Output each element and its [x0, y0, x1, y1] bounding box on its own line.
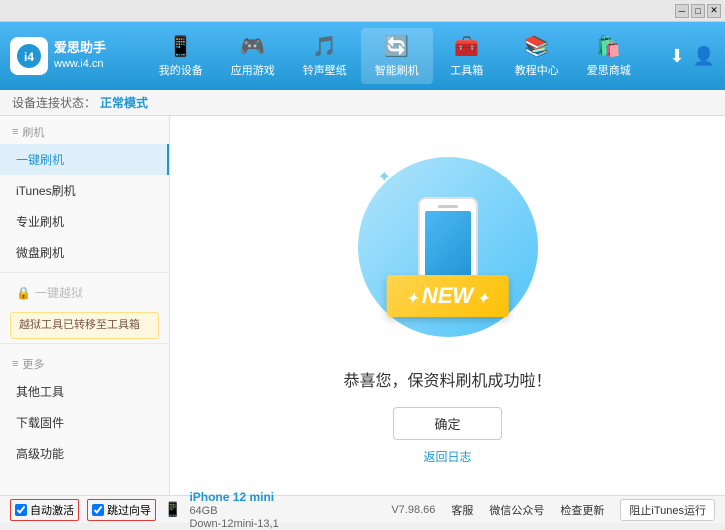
ringtones-icon: 🎵 [312, 34, 337, 59]
sidebar-advanced[interactable]: 高级功能 [0, 438, 169, 469]
success-text: 恭喜您，保资料刷机成功啦！ [343, 367, 551, 391]
stop-itunes-button[interactable]: 阻止iTunes运行 [620, 499, 715, 521]
device-model: Down-12mini-13,1 [189, 518, 278, 530]
close-button[interactable]: ✕ [707, 4, 721, 18]
brand-url: www.i4.cn [54, 57, 106, 71]
sidebar-jailbreak-disabled: 🔒 一键越狱 [0, 277, 169, 308]
back-link[interactable]: 返回日志 [423, 448, 471, 465]
nav-tutorials[interactable]: 📚 教程中心 [501, 28, 573, 84]
device-icon: 📱 [164, 501, 181, 518]
sparkle-2: ✦ [499, 172, 512, 192]
logo-svg: i4 [15, 42, 43, 70]
sidebar-divider-1 [0, 272, 169, 273]
shop-icon: 🛍️ [596, 34, 621, 59]
nav-shop[interactable]: 🛍️ 爱思商城 [573, 28, 645, 84]
jailbreak-notice-text: 越狱工具已转移至工具箱 [19, 319, 140, 331]
section-flash-title: ≡ 刷机 [0, 116, 169, 144]
user-button[interactable]: 👤 [693, 46, 715, 67]
device-storage: 64GB [189, 505, 278, 517]
lock-icon: 🔒 [16, 286, 31, 300]
apps-games-label: 应用游戏 [231, 62, 275, 78]
new-badge: NEW [386, 275, 509, 317]
check-update-link[interactable]: 检查更新 [560, 502, 604, 518]
smart-flash-label: 智能刷机 [375, 62, 419, 78]
minimize-button[interactable]: ─ [675, 4, 689, 18]
nav-smart-flash[interactable]: 🔄 智能刷机 [361, 28, 433, 84]
auto-connect-label: 自动激活 [30, 502, 74, 518]
content-area: ✦ ✦ NEW 恭喜您，保资料刷机成功啦！ 确定 返回日志 [170, 116, 725, 495]
phone-illustration: ✦ ✦ NEW [348, 147, 548, 347]
title-bar: ─ □ ✕ [0, 0, 725, 22]
download-button[interactable]: ⬇ [669, 46, 684, 67]
window-controls[interactable]: ─ □ ✕ [675, 4, 721, 18]
status-value: 正常模式 [100, 94, 148, 111]
sidebar-save-data-flash[interactable]: 微盘刷机 [0, 237, 169, 268]
tutorials-label: 教程中心 [515, 62, 559, 78]
maximize-button[interactable]: □ [691, 4, 705, 18]
auto-connect-checkbox[interactable]: 自动激活 [10, 499, 79, 521]
nav-toolbox[interactable]: 🧰 工具箱 [433, 28, 501, 84]
status-label: 设备连接状态： [12, 94, 96, 111]
brand-name: 爱思助手 [54, 40, 106, 57]
top-nav: i4 爱思助手 www.i4.cn 📱 我的设备 🎮 应用游戏 🎵 铃声壁纸 🔄… [0, 22, 725, 90]
shop-label: 爱思商城 [587, 62, 631, 78]
nav-my-device[interactable]: 📱 我的设备 [145, 28, 217, 84]
sidebar-itunes-flash[interactable]: iTunes刷机 [0, 175, 169, 206]
device-details: iPhone 12 mini 64GB Down-12mini-13,1 [189, 490, 278, 530]
apps-games-icon: 🎮 [240, 34, 265, 59]
sidebar-one-key-flash[interactable]: 一键刷机 [0, 144, 169, 175]
nav-items: 📱 我的设备 🎮 应用游戏 🎵 铃声壁纸 🔄 智能刷机 🧰 工具箱 📚 教程中心… [120, 28, 669, 84]
bottom-bar: 自动激活 跳过向导 📱 iPhone 12 mini 64GB Down-12m… [0, 495, 725, 523]
svg-text:i4: i4 [24, 50, 34, 64]
other-tools-label: 其他工具 [16, 385, 64, 399]
section-more-label: 更多 [22, 356, 44, 372]
download-firmware-label: 下载固件 [16, 416, 64, 430]
bottom-right: V7.98.66 客服 微信公众号 检查更新 阻止iTunes运行 [391, 499, 715, 521]
jailbreak-notice: 越狱工具已转移至工具箱 [10, 312, 159, 339]
jailbreak-label: 一键越狱 [35, 284, 83, 301]
advanced-label: 高级功能 [16, 447, 64, 461]
customer-service-link[interactable]: 客服 [451, 502, 473, 518]
my-device-label: 我的设备 [159, 62, 203, 78]
logo-text: 爱思助手 www.i4.cn [54, 40, 106, 71]
auto-connect-input[interactable] [15, 504, 27, 516]
smart-flash-icon: 🔄 [384, 34, 409, 59]
nav-apps-games[interactable]: 🎮 应用游戏 [217, 28, 289, 84]
nav-right: ⬇ 👤 [669, 46, 715, 67]
toolbox-icon: 🧰 [454, 34, 479, 59]
sidebar: ≡ 刷机 一键刷机 iTunes刷机 专业刷机 微盘刷机 🔒 一键越狱 越狱工具… [0, 116, 170, 495]
logo-area: i4 爱思助手 www.i4.cn [10, 37, 120, 75]
nav-ringtones[interactable]: 🎵 铃声壁纸 [289, 28, 361, 84]
my-device-icon: 📱 [168, 34, 193, 59]
section-flash-icon: ≡ [12, 126, 18, 138]
logo-icon: i4 [10, 37, 48, 75]
bottom-left: 自动激活 跳过向导 📱 iPhone 12 mini 64GB Down-12m… [10, 490, 381, 530]
sidebar-other-tools[interactable]: 其他工具 [0, 376, 169, 407]
ringtones-label: 铃声壁纸 [303, 62, 347, 78]
skip-wizard-input[interactable] [92, 504, 104, 516]
skip-wizard-label: 跳过向导 [107, 502, 151, 518]
confirm-button[interactable]: 确定 [393, 407, 501, 440]
section-flash-label: 刷机 [22, 124, 44, 140]
sparkle-1: ✦ [378, 167, 391, 187]
section-more-icon: ≡ [12, 358, 18, 370]
sidebar-divider-2 [0, 343, 169, 344]
pro-flash-label: 专业刷机 [16, 215, 64, 229]
toolbox-label: 工具箱 [450, 62, 483, 78]
wechat-link[interactable]: 微信公众号 [489, 502, 544, 518]
version-text: V7.98.66 [391, 504, 435, 516]
section-more-title: ≡ 更多 [0, 348, 169, 376]
device-info: 📱 [164, 501, 181, 518]
status-bar: 设备连接状态： 正常模式 [0, 90, 725, 116]
sidebar-pro-flash[interactable]: 专业刷机 [0, 206, 169, 237]
phone-screen [425, 211, 471, 277]
skip-wizard-checkbox[interactable]: 跳过向导 [87, 499, 156, 521]
main-layout: ≡ 刷机 一键刷机 iTunes刷机 专业刷机 微盘刷机 🔒 一键越狱 越狱工具… [0, 116, 725, 495]
sidebar-download-firmware[interactable]: 下载固件 [0, 407, 169, 438]
save-data-flash-label: 微盘刷机 [16, 246, 64, 260]
one-key-flash-label: 一键刷机 [16, 153, 64, 167]
tutorials-icon: 📚 [524, 34, 549, 59]
itunes-flash-label: iTunes刷机 [16, 184, 76, 198]
device-name: iPhone 12 mini [189, 490, 278, 504]
